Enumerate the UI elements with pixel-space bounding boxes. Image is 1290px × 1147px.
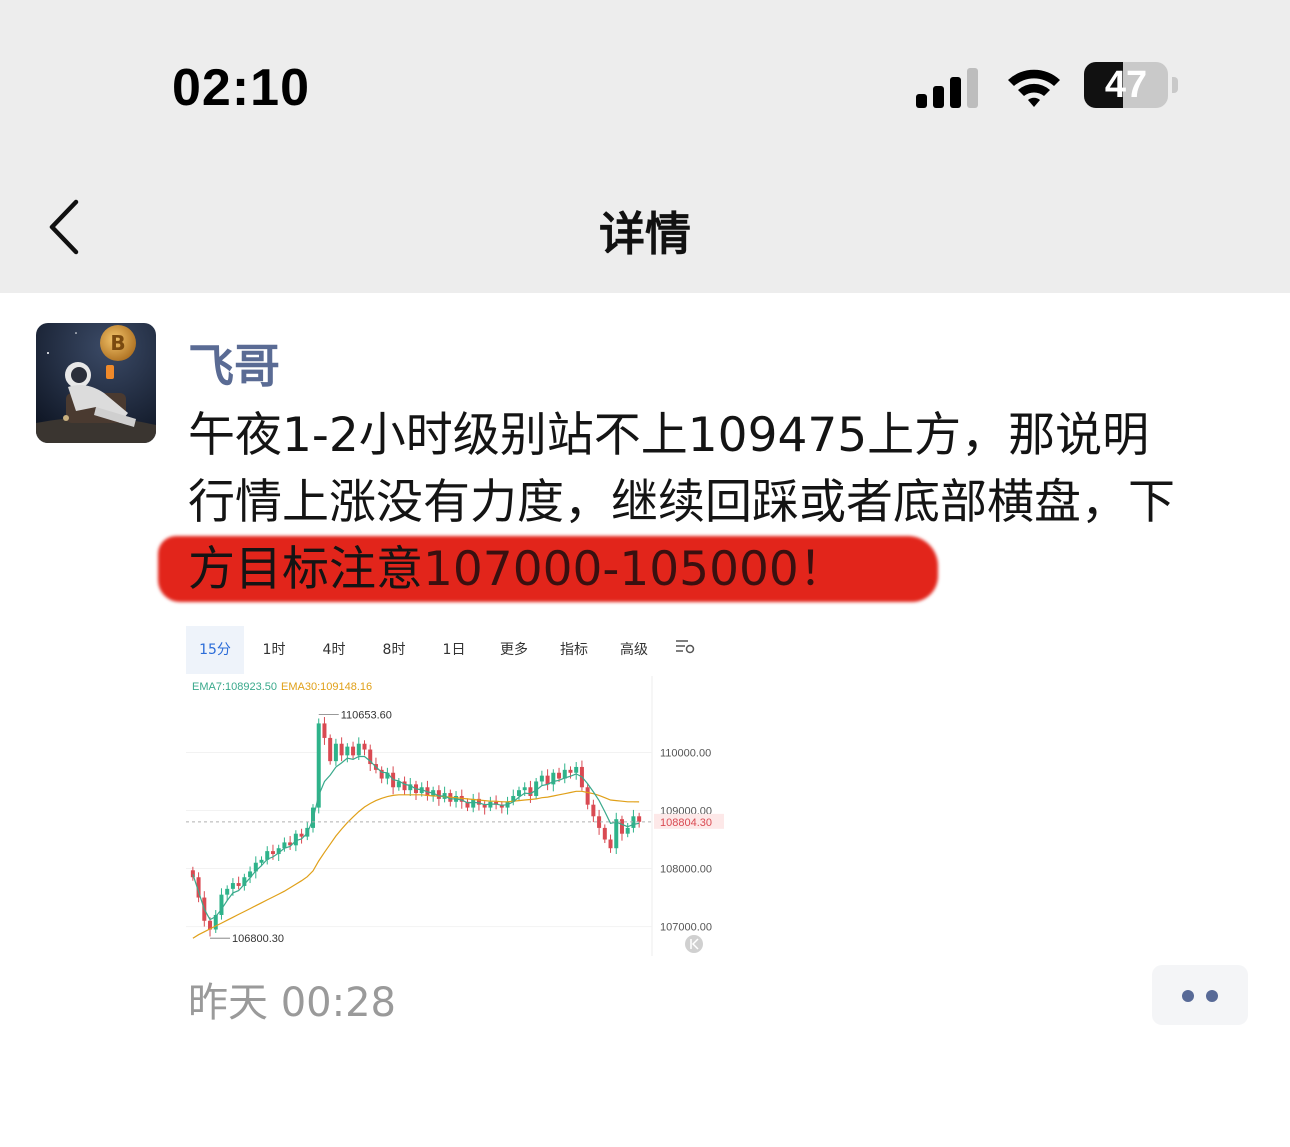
candlestick-chart: 110000.00109000.00108000.00107000.001088… [186, 676, 724, 956]
candle-body [225, 888, 230, 895]
candle-body [516, 790, 521, 796]
candle-body [608, 839, 613, 849]
candle-body [328, 737, 333, 762]
candle-body [557, 772, 562, 779]
candle-body [356, 743, 361, 756]
ema30-line [192, 790, 640, 939]
more-dots-icon [1206, 990, 1218, 1002]
candle-body [236, 883, 241, 886]
candle-body [293, 833, 298, 846]
ema-legend: EMA7:108923.50 EMA30:109148.16 [192, 681, 372, 693]
y-tick-label: 108000.00 [660, 864, 712, 876]
svg-text:B: B [110, 331, 125, 355]
post-text-line-3: 方目标注意107000-105000！ [188, 536, 846, 603]
candle-body [351, 746, 356, 756]
candle-body [591, 804, 596, 817]
battery-icon: 47 [1084, 62, 1180, 110]
more-button[interactable] [1152, 965, 1248, 1025]
candle-body [299, 833, 304, 837]
avatar[interactable]: B [36, 323, 156, 443]
post-text-line-1: 午夜1-2小时级别站不上109475上方，那说明 [188, 408, 1150, 463]
more-dots-icon [1182, 990, 1194, 1002]
battery-level: 47 [1104, 64, 1148, 106]
high-price-label: 110653.60 [341, 709, 392, 721]
ema7-label: EMA7:108923.50 [192, 681, 278, 693]
author-name[interactable]: 飞哥 [188, 330, 280, 396]
candle-body [270, 851, 275, 855]
post-body: 午夜1-2小时级别站不上109475上方，那说明 行情上涨没有力度，继续回踩或者… [188, 402, 1258, 536]
candle-body [614, 819, 619, 849]
candle-body [322, 723, 327, 738]
status-time: 02:10 [172, 59, 310, 117]
candle-body [402, 781, 407, 791]
candle-body [345, 746, 350, 756]
candle-body [339, 743, 344, 756]
ema30-label: EMA30:109148.16 [281, 681, 373, 693]
candle-body [539, 775, 544, 782]
chart-image[interactable]: 15分 1时 4时 8时 1日 更多 指标 高级 110000.00 109000.00 1080… [186, 626, 726, 956]
candle-body [230, 883, 235, 889]
post-text-line-3-target: 107000-105000！ [423, 542, 846, 597]
candle-body [436, 790, 441, 799]
candle-body [568, 769, 573, 773]
low-price-label: 106800.30 [232, 933, 284, 945]
candle-body [259, 859, 264, 863]
wifi-icon [1008, 69, 1060, 107]
post-text-line-3-words: 方目标注意 [188, 542, 423, 597]
candle-body [574, 766, 579, 773]
post-timestamp: 昨天 00:28 [188, 980, 396, 1026]
candle-body [362, 743, 367, 750]
candle-body [585, 787, 590, 805]
current-price-label: 108804.30 [660, 817, 712, 829]
post-text-line-2: 行情上涨没有力度，继续回踩或者底部横盘，下 [188, 475, 1175, 530]
y-tick-label: 110000.00 [660, 747, 711, 759]
candle-body [602, 827, 607, 840]
cellular-signal-icon [916, 68, 978, 108]
astronaut-bitcoin-avatar-icon: B [36, 323, 156, 443]
candle-body [333, 743, 338, 762]
page-title: 详情 [599, 207, 691, 261]
candle-body [625, 827, 630, 834]
top-bar: 02:10 47 详情 [0, 0, 1290, 293]
y-tick-label: 107000.00 [660, 922, 712, 934]
candle-body [190, 870, 195, 878]
candle-body [637, 816, 642, 822]
candle-body [528, 787, 533, 796]
candle-body [522, 787, 527, 791]
